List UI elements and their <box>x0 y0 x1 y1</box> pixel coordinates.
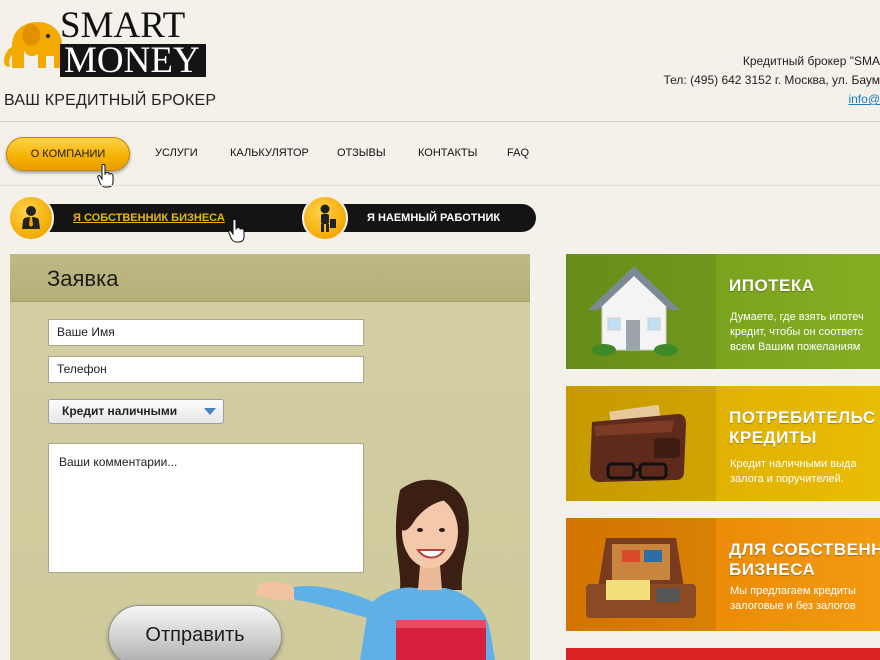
nav-item-contacts[interactable]: КОНТАКТЫ <box>418 147 477 159</box>
credit-type-value: Кредит наличными <box>62 404 178 418</box>
service-card-mortgage[interactable]: ИПОТЕКА Думаете, где взять ипотеч кредит… <box>566 254 880 369</box>
elephant-logo-icon[interactable] <box>2 10 68 76</box>
contact-email-link[interactable]: info@ <box>848 92 880 106</box>
card-desc-line: Мы предлагаем кредиты <box>730 585 856 597</box>
card-desc-line: всем Вашим пожеланиям <box>730 341 861 353</box>
service-card-consumer-credit[interactable]: ПОТРЕБИТЕЛЬС КРЕДИТЫ Кредит наличными вы… <box>566 386 880 501</box>
contact-company-line: Кредитный брокер "SMA <box>742 54 880 68</box>
name-input[interactable]: Ваше Имя <box>48 319 364 346</box>
hand-cursor-icon <box>228 219 245 243</box>
card-desc-line: залоговые и без залогов <box>730 600 856 612</box>
house-icon <box>566 254 716 369</box>
form-title: Заявка <box>47 266 119 291</box>
consultant-photo <box>256 479 495 660</box>
logo-money-text: MONEY <box>60 42 206 79</box>
card-title: ИПОТЕКА <box>729 276 815 295</box>
submit-button[interactable]: Отправить <box>108 605 282 660</box>
nav-item-faq[interactable]: FAQ <box>507 147 529 159</box>
card-title-line: БИЗНЕСА <box>729 560 816 579</box>
phone-input[interactable]: Телефон <box>48 356 364 383</box>
nav-divider <box>0 185 880 186</box>
employee-icon[interactable] <box>302 195 348 241</box>
business-owner-icon[interactable] <box>8 195 54 241</box>
brand-tagline: ВАШ КРЕДИТНЫЙ БРОКЕР <box>4 92 217 109</box>
service-card-business[interactable]: ДЛЯ СОБСТВЕНН БИЗНЕСА Мы предлагаем кред… <box>566 518 880 631</box>
card-desc-line: кредит, чтобы он соответс <box>730 326 864 338</box>
briefcase-icon <box>566 518 716 631</box>
contact-info: Кредитный брокер "SMA Тел: (495) 642 315… <box>580 52 880 109</box>
card-desc-line: залога и поручителей. <box>730 473 844 485</box>
logo-smart-text: SMART <box>60 5 186 46</box>
audience-business-owner-link[interactable]: Я СОБСТВЕННИК БИЗНЕСА <box>73 212 225 224</box>
wallet-icon <box>566 386 716 501</box>
card-desc-line: Думаете, где взять ипотеч <box>730 311 864 323</box>
contact-phone-address: Тел: (495) 642 3152 г. Москва, ул. Баум <box>663 73 880 87</box>
credit-type-select[interactable]: Кредит наличными <box>48 399 224 424</box>
card-title-line: ДЛЯ СОБСТВЕНН <box>729 540 880 559</box>
nav-item-services[interactable]: УСЛУГИ <box>155 147 198 159</box>
header-divider <box>0 121 880 122</box>
card-desc-line: Кредит наличными выда <box>730 458 857 470</box>
nav-item-reviews[interactable]: ОТЗЫВЫ <box>337 147 386 159</box>
service-card-next[interactable] <box>566 648 880 660</box>
card-title: ПОТРЕБИТЕЛЬС КРЕДИТЫ <box>729 408 876 448</box>
nav-item-calculator[interactable]: КАЛЬКУЛЯТОР <box>230 147 309 159</box>
card-title-line: КРЕДИТЫ <box>729 428 817 447</box>
brand-logo[interactable]: SMART MONEY <box>60 5 206 79</box>
card-title-line: ПОТРЕБИТЕЛЬС <box>729 408 876 427</box>
chevron-down-icon <box>204 408 216 415</box>
audience-employee-link[interactable]: Я НАЕМНЫЙ РАБОТНИК <box>367 212 500 224</box>
card-title: ДЛЯ СОБСТВЕНН БИЗНЕСА <box>729 540 880 580</box>
